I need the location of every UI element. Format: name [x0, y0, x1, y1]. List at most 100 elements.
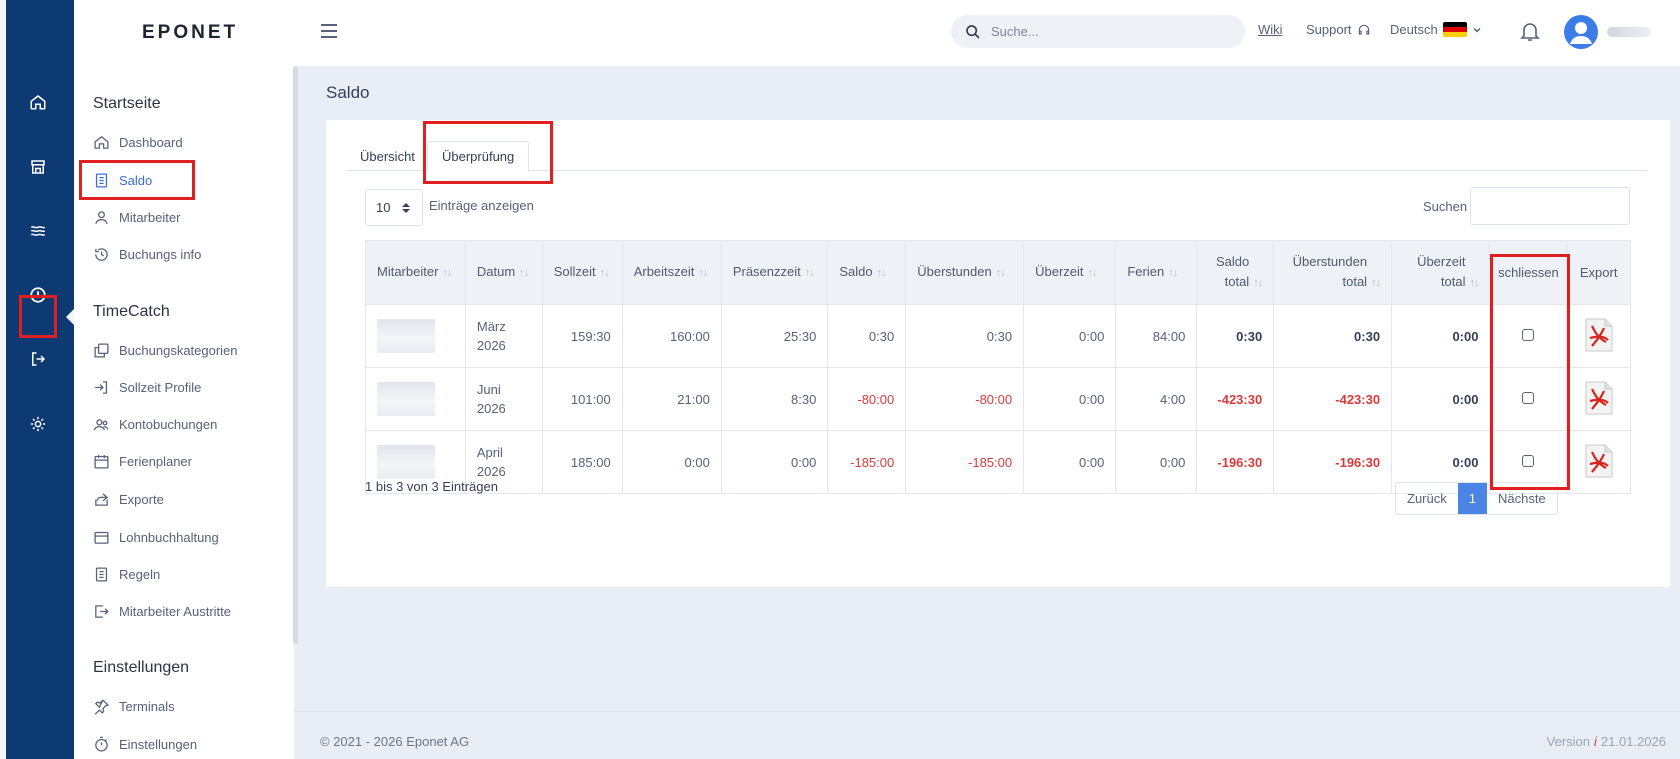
pagination-prev[interactable]: Zurück	[1396, 483, 1458, 514]
chevron-down-icon	[1473, 27, 1481, 33]
info-icon[interactable]: i	[1594, 734, 1597, 749]
employee-name-redacted	[377, 445, 435, 479]
cell-saldo-total: -423:30	[1196, 367, 1275, 431]
cell-arbeitszeit: 0:00	[621, 430, 722, 494]
settings-gear-icon[interactable]	[22, 408, 54, 440]
table-row: März 2026 159:30 160:00 25:30 0:30 0:30 …	[365, 304, 1631, 368]
cell-praesenzzeit: 0:00	[720, 430, 829, 494]
logout-icon[interactable]	[22, 343, 54, 375]
nav-item-label: Kontobuchungen	[119, 416, 218, 432]
wiki-link[interactable]: Wiki	[1258, 22, 1283, 37]
pagination-page-1[interactable]: 1	[1457, 483, 1487, 514]
sort-icon: ↑↓	[1469, 277, 1479, 289]
sort-icon: ↑↓	[698, 267, 708, 279]
nav-section-timecatch: TimeCatch	[93, 303, 170, 320]
nav-item-label: Ferienplaner	[119, 453, 192, 469]
employee-name-redacted	[377, 382, 435, 416]
col-ueberstunden-total[interactable]: Überstunden total ↑↓	[1273, 240, 1393, 305]
tab-ueberpruefung[interactable]: Überprüfung	[427, 141, 530, 172]
nav-item-saldo[interactable]: Saldo	[93, 168, 152, 192]
cell-schliessen	[1489, 367, 1568, 431]
global-search[interactable]	[951, 15, 1245, 48]
nav-item-sollzeit-profile[interactable]: Sollzeit Profile	[93, 375, 201, 399]
bell-icon[interactable]	[1518, 19, 1542, 43]
nav-item-lohnbuchhaltung[interactable]: Lohnbuchhaltung	[93, 525, 219, 549]
nav-scrollbar[interactable]	[293, 66, 298, 644]
pdf-export-icon[interactable]	[1584, 444, 1614, 478]
pin-icon	[94, 699, 110, 715]
page-length-select[interactable]: 10	[365, 189, 423, 226]
table-search-input[interactable]	[1470, 187, 1630, 225]
cell-ferien: 0:00	[1115, 430, 1198, 494]
nav-item-label: Buchungs info	[119, 246, 202, 262]
pagination-next[interactable]: Nächste	[1487, 483, 1557, 514]
icon-rail	[0, 0, 74, 759]
language-selector[interactable]: Deutsch	[1390, 22, 1482, 37]
page-length-label: Einträge anzeigen	[429, 198, 534, 213]
sort-icon: ↑↓	[1371, 277, 1381, 289]
col-praesenzzeit[interactable]: Präsenzzeit ↑↓	[720, 240, 829, 305]
close-checkbox[interactable]	[1522, 328, 1535, 341]
cell-ueberzeit: 0:00	[1023, 430, 1117, 494]
cell-sollzeit: 159:30	[541, 304, 623, 368]
nav-item-ferienplaner[interactable]: Ferienplaner	[93, 449, 192, 473]
cell-ueberstunden: 0:30	[905, 304, 1025, 368]
cell-sollzeit: 101:00	[541, 367, 623, 431]
share-icon	[95, 492, 109, 506]
store-icon[interactable]	[22, 151, 54, 183]
close-checkbox[interactable]	[1522, 454, 1535, 467]
pdf-export-icon[interactable]	[1584, 381, 1614, 415]
nav-item-label: Lohnbuchhaltung	[119, 529, 219, 545]
clock-icon[interactable]	[22, 279, 54, 311]
col-sollzeit[interactable]: Sollzeit ↑↓	[541, 240, 623, 305]
pdf-export-icon[interactable]	[1584, 318, 1614, 352]
user-name-redacted[interactable]	[1607, 27, 1651, 37]
col-arbeitszeit[interactable]: Arbeitszeit ↑↓	[621, 240, 722, 305]
avatar[interactable]	[1564, 15, 1598, 49]
nav-item-buchungskategorien[interactable]: Buchungskategorien	[93, 338, 238, 362]
col-ueberzeit-total[interactable]: Überzeit total ↑↓	[1391, 240, 1491, 305]
col-saldo-total[interactable]: Saldo total ↑↓	[1196, 240, 1275, 305]
nav-item-terminals[interactable]: Terminals	[93, 694, 175, 718]
nav-item-mitarbeiter[interactable]: Mitarbeiter	[93, 205, 180, 229]
menu-icon[interactable]	[320, 22, 338, 40]
support-link[interactable]: Support	[1306, 22, 1371, 37]
close-checkbox[interactable]	[1522, 391, 1535, 404]
nav-item-kontobuchungen[interactable]: Kontobuchungen	[93, 412, 217, 436]
nav-item-regeln[interactable]: Regeln	[93, 562, 160, 586]
col-ferien[interactable]: Ferien ↑↓	[1115, 240, 1198, 305]
nav-item-einstellungen[interactable]: Einstellungen	[93, 732, 197, 756]
col-label: Saldo	[839, 264, 873, 279]
nav-item-dashboard[interactable]: Dashboard	[93, 130, 183, 154]
sort-icon: ↑↓	[599, 267, 610, 279]
col-label: Mitarbeiter	[377, 264, 439, 279]
tab-uebersicht[interactable]: Übersicht	[346, 141, 429, 171]
nav-item-buchungs-info[interactable]: Buchungs info	[93, 242, 201, 266]
pagination: Zurück 1 Nächste	[1395, 482, 1558, 515]
language-label: Deutsch	[1390, 22, 1438, 37]
col-saldo[interactable]: Saldo ↑↓	[827, 240, 907, 305]
col-ueberzeit[interactable]: Überzeit ↑↓	[1023, 240, 1117, 305]
cell-arbeitszeit: 160:00	[621, 304, 722, 368]
search-icon	[966, 24, 980, 39]
col-datum[interactable]: Datum ↑↓	[464, 240, 543, 305]
login-icon	[95, 380, 108, 394]
col-label: Ferien	[1127, 264, 1165, 279]
col-label: Präsenzzeit	[732, 264, 801, 279]
home-icon[interactable]	[22, 86, 54, 118]
nav-item-exporte[interactable]: Exporte	[93, 487, 164, 511]
cell-ueberstunden: -80:00	[905, 367, 1025, 431]
exit-icon	[95, 604, 109, 618]
user-icon	[95, 210, 108, 224]
cell-export	[1566, 304, 1631, 368]
waves-icon[interactable]	[22, 215, 54, 247]
col-mitarbeiter[interactable]: Mitarbeiter ↑↓	[365, 240, 466, 305]
brand-logo: EPONET	[142, 22, 239, 43]
nav-item-mitarbeiter-austritte[interactable]: Mitarbeiter Austritte	[93, 599, 231, 623]
nav-item-label: Buchungskategorien	[119, 342, 238, 358]
cell-datum: März 2026	[464, 304, 543, 368]
col-ueberstunden[interactable]: Überstunden ↑↓	[905, 240, 1025, 305]
sort-icon: ↑↓	[519, 267, 529, 279]
col-label: Überzeit	[1035, 264, 1084, 279]
search-input[interactable]	[991, 24, 1221, 39]
